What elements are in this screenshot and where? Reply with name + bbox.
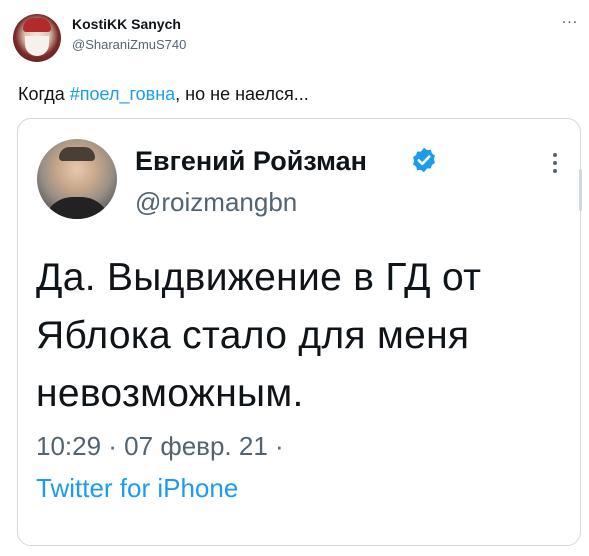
scrollbar-thumb[interactable] <box>579 169 582 211</box>
tweet-text: Когда #поел_говна, но не наелся... <box>18 84 309 105</box>
quoted-tweet-line: Да. Выдвижение в ГД от <box>36 256 482 299</box>
dot <box>553 153 557 157</box>
quoted-tweet-source[interactable]: Twitter for iPhone <box>36 473 238 504</box>
quoted-author-handle[interactable]: @roizmangbn <box>135 187 297 218</box>
verified-badge-icon <box>413 147 435 173</box>
author-avatar[interactable] <box>13 14 61 62</box>
avatar-hair <box>59 147 95 161</box>
quoted-tweet-line: Яблока стало для меня <box>36 314 470 357</box>
dot <box>553 169 557 173</box>
author-handle[interactable]: @SharaniZmuS740 <box>72 37 186 52</box>
more-options-icon[interactable]: ... <box>560 11 580 30</box>
quoted-tweet-line: невозможным. <box>36 372 304 415</box>
dot <box>553 161 557 165</box>
author-name[interactable]: KostiKK Sanych <box>72 16 181 32</box>
quoted-tweet-card[interactable]: Евгений Ройзман @roizmangbn Да. Выдвижен… <box>17 118 582 546</box>
hashtag-link[interactable]: #поел_говна <box>70 84 175 104</box>
tweet-text-before: Когда <box>18 84 70 104</box>
avatar-shirt <box>43 197 111 219</box>
avatar-hat <box>23 18 51 32</box>
quoted-author-avatar[interactable] <box>37 139 117 219</box>
quoted-tweet-timestamp[interactable]: 10:29 · 07 февр. 21 · <box>36 431 284 462</box>
quoted-author-name[interactable]: Евгений Ройзман <box>135 146 367 177</box>
quoted-tweet-body: Да. Выдвижение в ГД от Яблока стало для … <box>36 249 566 423</box>
tweet-text-after: , но не наелся... <box>175 84 309 104</box>
more-dots-icon[interactable] <box>551 153 559 177</box>
avatar-beard <box>25 36 49 56</box>
